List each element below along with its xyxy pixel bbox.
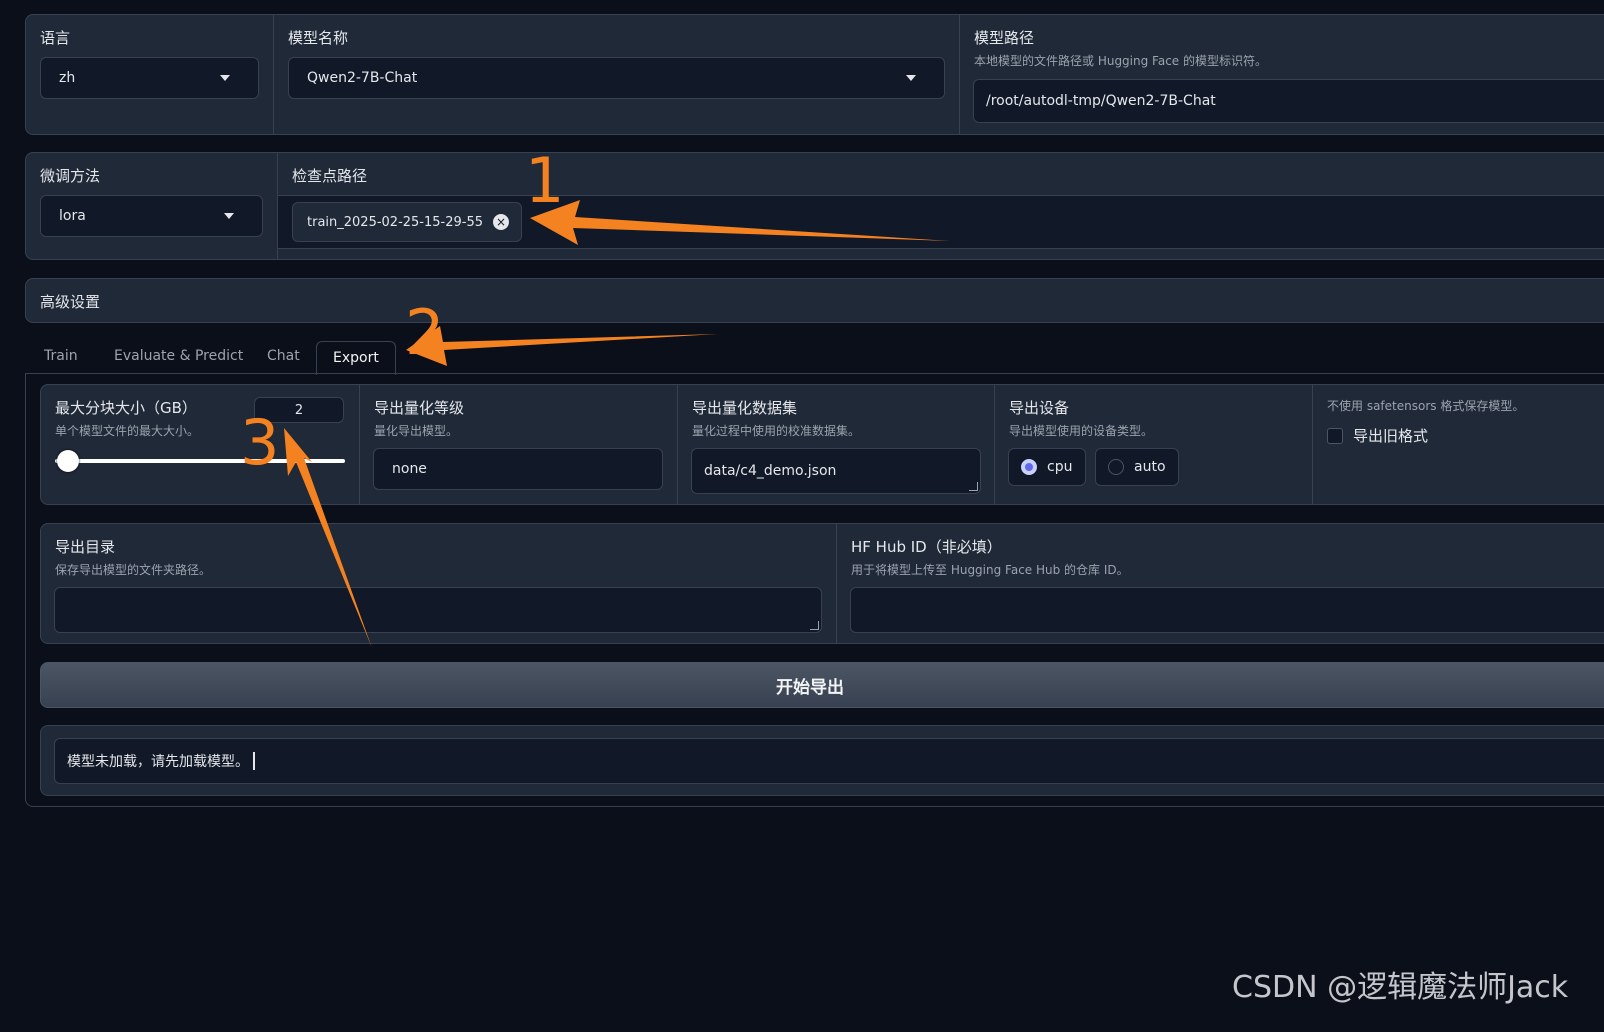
- watermark: CSDN @逻辑魔法师Jack: [1232, 970, 1569, 1005]
- arrow-1: [530, 200, 950, 245]
- arrow-2: [406, 326, 718, 366]
- annotation-number-1: 1: [525, 144, 565, 217]
- annotation-number-3: 3: [240, 406, 280, 479]
- annotation-arrows: [284, 200, 950, 648]
- arrow-3: [284, 428, 372, 648]
- annotation-number-2: 2: [405, 296, 445, 369]
